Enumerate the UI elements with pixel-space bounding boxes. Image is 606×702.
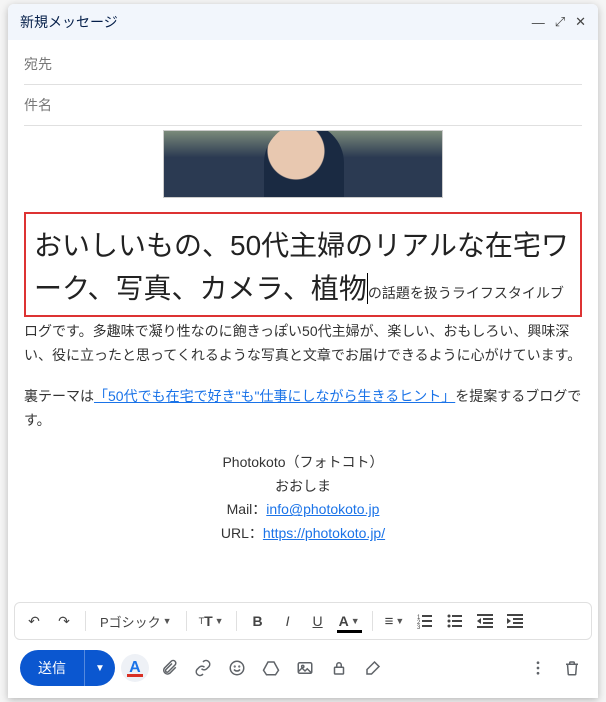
sig-mail-label: Mail： xyxy=(227,501,267,517)
svg-text:3: 3 xyxy=(417,625,421,629)
numbered-list-button[interactable]: 123 xyxy=(412,607,438,635)
separator xyxy=(186,611,187,631)
chevron-down-icon: ▼ xyxy=(163,616,172,626)
attach-file-icon[interactable] xyxy=(155,654,183,682)
undo-button[interactable]: ↶ xyxy=(21,607,47,635)
chevron-down-icon: ▼ xyxy=(351,616,360,626)
italic-button[interactable]: I xyxy=(275,607,301,635)
font-family-select[interactable]: Pゴシック▼ xyxy=(94,607,178,635)
fullscreen-icon[interactable]: ⤢ xyxy=(555,14,565,30)
to-field[interactable]: 宛先 xyxy=(24,44,582,85)
sig-url-link[interactable]: https://photokoto.jp/ xyxy=(263,525,385,541)
compose-window: 新規メッセージ — ⤢ ✕ 宛先 件名 おいしいもの、50代主婦のリアルな在宅ワ… xyxy=(8,4,598,698)
sig-mail-line: Mail：info@photokoto.jp xyxy=(24,498,582,522)
toggle-format-toolbar-button[interactable]: A xyxy=(121,654,149,682)
subject-field[interactable]: 件名 xyxy=(24,85,582,126)
para2-link[interactable]: 「50代でも在宅で好き"も"仕事にしながら生きるヒント」 xyxy=(94,388,455,404)
align-button[interactable]: ≡▼ xyxy=(381,607,409,635)
embedded-image xyxy=(163,130,443,198)
separator xyxy=(236,611,237,631)
font-family-label: Pゴシック xyxy=(100,612,161,631)
bottom-action-row: 送信 ▼ A xyxy=(8,640,598,698)
message-body[interactable]: おいしいもの、50代主婦のリアルな在宅ワーク、写真、カメラ、植物の話題を扱うライ… xyxy=(8,126,598,602)
signature-block: Photokoto（フォトコト） おおしま Mail：info@photokot… xyxy=(24,451,582,546)
sig-site-name: Photokoto（フォトコト） xyxy=(24,451,582,475)
chevron-down-icon: ▼ xyxy=(215,616,224,626)
more-options-icon[interactable] xyxy=(524,654,552,682)
indent-less-button[interactable] xyxy=(472,607,498,635)
selection-outline: おいしいもの、50代主婦のリアルな在宅ワーク、写真、カメラ、植物の話題を扱うライ… xyxy=(24,212,582,317)
paragraph-1: ログです。多趣味で凝り性なのに飽きっぽい50代主婦が、楽しい、おもしろい、興味深… xyxy=(24,319,582,368)
send-button[interactable]: 送信 xyxy=(20,650,84,686)
paragraph-2: 裏テーマは「50代でも在宅で好き"も"仕事にしながら生きるヒント」を提案するブロ… xyxy=(24,384,582,433)
para2-pre: 裏テーマは xyxy=(24,388,94,404)
header-fields: 宛先 件名 xyxy=(8,40,598,126)
insert-signature-icon[interactable] xyxy=(359,654,387,682)
indent-more-button[interactable] xyxy=(502,607,528,635)
text-color-button[interactable]: A▼ xyxy=(335,607,364,635)
insert-emoji-icon[interactable] xyxy=(223,654,251,682)
send-button-group: 送信 ▼ xyxy=(20,650,115,686)
close-icon[interactable]: ✕ xyxy=(575,14,586,30)
discard-draft-icon[interactable] xyxy=(558,654,586,682)
compose-header: 新規メッセージ — ⤢ ✕ xyxy=(8,4,598,40)
sig-author: おおしま xyxy=(24,475,582,499)
send-options-button[interactable]: ▼ xyxy=(84,650,115,686)
chevron-down-icon: ▼ xyxy=(395,616,404,626)
separator xyxy=(85,611,86,631)
separator xyxy=(372,611,373,631)
insert-drive-icon[interactable] xyxy=(257,654,285,682)
format-toolbar: ↶ ↷ Pゴシック▼ TT▼ B I U A▼ ≡▼ 123 xyxy=(14,602,592,640)
redo-button[interactable]: ↷ xyxy=(51,607,77,635)
compose-title: 新規メッセージ xyxy=(20,12,522,32)
bulleted-list-button[interactable] xyxy=(442,607,468,635)
insert-photo-icon[interactable] xyxy=(291,654,319,682)
underline-button[interactable]: U xyxy=(305,607,331,635)
font-size-select[interactable]: TT▼ xyxy=(195,607,228,635)
minimize-icon[interactable]: — xyxy=(532,15,545,30)
insert-link-icon[interactable] xyxy=(189,654,217,682)
sig-url-line: URL：https://photokoto.jp/ xyxy=(24,522,582,546)
sig-url-label: URL： xyxy=(221,525,263,541)
headline-trail-text: の話題を扱うライフスタイルブ xyxy=(368,285,564,301)
confidential-mode-icon[interactable] xyxy=(325,654,353,682)
sig-mail-link[interactable]: info@photokoto.jp xyxy=(266,501,379,517)
bold-button[interactable]: B xyxy=(245,607,271,635)
